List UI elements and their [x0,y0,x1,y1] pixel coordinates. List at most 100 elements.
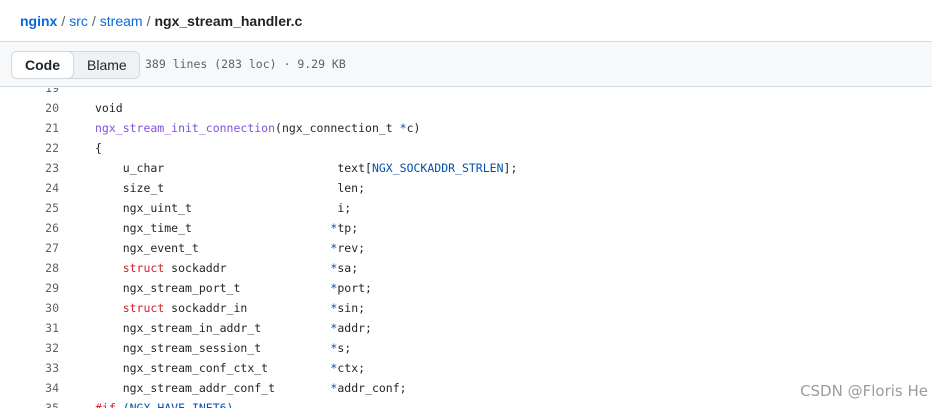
code-text: ngx_event_t *rev; [95,238,365,258]
code-line: 30 struct sockaddr_in *sin; [0,298,932,318]
code-line: 29 ngx_stream_port_t *port; [0,278,932,298]
code-line: 21 ngx_stream_init_connection(ngx_connect… [0,118,932,138]
code-line: 20 void [0,98,932,118]
code-token: ngx_stream_conf_ctx_t [95,361,331,375]
code-tab[interactable]: Code [11,51,74,79]
code-token: ctx; [337,361,366,375]
code-token: tp; [337,221,359,235]
code-token: #if [95,401,116,408]
code-line: 23 u_char text[NGX_SOCKADDR_STRLEN]; [0,158,932,178]
breadcrumb-repo-link[interactable]: nginx [20,13,57,29]
breadcrumb-separator: / [146,13,151,29]
code-text: ngx_stream_init_connection(ngx_connectio… [95,118,420,138]
code-token: sin; [337,301,366,315]
code-token: ngx_stream_addr_conf_t [95,381,331,395]
code-text: #if (NGX_HAVE_INET6) [95,398,233,408]
code-text: ngx_stream_addr_conf_t *addr_conf; [95,378,407,398]
line-number[interactable]: 23 [0,158,59,178]
code-token: * [399,121,407,135]
code-token: { [95,141,102,155]
code-line: 33 ngx_stream_conf_ctx_t *ctx; [0,358,932,378]
code-text: ngx_stream_session_t *s; [95,338,352,358]
breadcrumb: nginx / src / stream / ngx_stream_handler.c [20,11,302,31]
code-text: ngx_stream_port_t *port; [95,278,372,298]
code-text: ngx_time_t *tp; [95,218,358,238]
code-token: ngx_stream_session_t [95,341,331,355]
file-info: 389 lines (283 loc) · 9.29 KB [145,57,346,71]
line-number[interactable]: 24 [0,178,59,198]
line-number[interactable]: 25 [0,198,59,218]
code-line: 19 [0,88,932,98]
code-token: sockaddr_in [164,301,331,315]
code-text: struct sockaddr_in *sin; [95,298,365,318]
code-text: ngx_uint_t i; [95,198,352,218]
code-token: ngx_stream_in_addr_t [95,321,331,335]
code-line: 26 ngx_time_t *tp; [0,218,932,238]
line-number[interactable]: 22 [0,138,59,158]
code-token: NGX_SOCKADDR_STRLEN [371,161,504,175]
line-number[interactable]: 31 [0,318,59,338]
code-text: { [95,138,102,158]
line-number[interactable]: 20 [0,98,59,118]
code-token: c) [406,121,421,135]
view-toggle: Code Blame [11,51,140,79]
code-text: ngx_stream_conf_ctx_t *ctx; [95,358,365,378]
code-line: 31 ngx_stream_in_addr_t *addr; [0,318,932,338]
line-number[interactable]: 19 [0,88,59,98]
line-number[interactable]: 30 [0,298,59,318]
code-token: s; [337,341,352,355]
watermark: CSDN @Floris He [800,382,928,400]
code-token: (ngx_connection_t [275,121,400,135]
file-name: ngx_stream_handler.c [154,13,303,29]
breadcrumb-separator: / [91,13,96,29]
code-token: struct [122,301,165,315]
line-number[interactable]: 34 [0,378,59,398]
file-toolbar: Code Blame 389 lines (283 loc) · 9.29 KB [0,41,932,87]
code-token: addr; [337,321,372,335]
blame-tab[interactable]: Blame [73,52,139,78]
code-text: struct sockaddr *sa; [95,258,358,278]
line-number[interactable]: 35 [0,398,59,408]
code-text: u_char text[NGX_SOCKADDR_STRLEN]; [95,158,518,178]
code-line: 35 #if (NGX_HAVE_INET6) [0,398,932,408]
code-token: addr_conf; [337,381,407,395]
code-token: u_char text[ [95,161,372,175]
code-line: 22 { [0,138,932,158]
code-token: ngx_stream_init_connection [95,121,276,135]
code-token: rev; [337,241,366,255]
code-token: ]; [503,161,518,175]
code-token: size_t len; [95,181,366,195]
line-number[interactable]: 32 [0,338,59,358]
code-text: size_t len; [95,178,365,198]
code-line: 34 ngx_stream_addr_conf_t *addr_conf; [0,378,932,398]
line-number[interactable]: 27 [0,238,59,258]
code-line: 25 ngx_uint_t i; [0,198,932,218]
code-line: 28 struct sockaddr *sa; [0,258,932,278]
line-number[interactable]: 33 [0,358,59,378]
code-line: 27 ngx_event_t *rev; [0,238,932,258]
code-token: sockaddr [164,261,331,275]
code-token: ngx_uint_t i; [95,201,352,215]
line-number[interactable]: 29 [0,278,59,298]
line-number[interactable]: 26 [0,218,59,238]
code-token: (NGX_HAVE_INET6) [115,401,234,408]
code-text: void [95,98,123,118]
breadcrumb-stream-link[interactable]: stream [100,13,143,29]
code-token: ngx_stream_port_t [95,281,331,295]
code-view: 19 20 void 21 ngx_stream_init_connection(ngx… [0,88,932,408]
line-number[interactable]: 28 [0,258,59,278]
code-token: struct [122,261,165,275]
code-token: ngx_time_t [95,221,331,235]
code-line: 24 size_t len; [0,178,932,198]
code-token: port; [337,281,372,295]
breadcrumb-separator: / [61,13,66,29]
breadcrumb-src-link[interactable]: src [69,13,88,29]
code-token: sa; [337,261,359,275]
code-text: ngx_stream_in_addr_t *addr; [95,318,372,338]
code-line: 32 ngx_stream_session_t *s; [0,338,932,358]
line-number[interactable]: 21 [0,118,59,138]
code-token: ngx_event_t [95,241,331,255]
code-token: void [95,101,123,115]
